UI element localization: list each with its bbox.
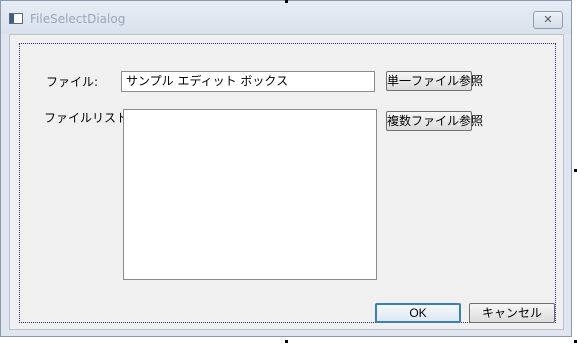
multi-file-browse-button[interactable]: 複数ファイル参照 [386, 111, 483, 131]
window-title: FileSelectDialog [30, 12, 126, 26]
title-bar[interactable]: FileSelectDialog ✕ [1, 1, 571, 34]
resize-handle-bottom[interactable] [285, 340, 288, 343]
file-path-input[interactable]: サンプル エディット ボックス [121, 71, 375, 92]
close-icon: ✕ [543, 13, 553, 26]
close-button[interactable]: ✕ [533, 11, 563, 29]
cancel-button[interactable]: キャンセル [469, 303, 555, 323]
file-label: ファイル: [46, 75, 99, 89]
file-list-label: ファイルリスト: [44, 111, 133, 125]
resize-handle-top[interactable] [285, 0, 288, 3]
dialog-window: FileSelectDialog ✕ ファイル: サンプル エディット ボックス… [0, 0, 572, 337]
single-file-browse-button[interactable]: 単一ファイル参照 [386, 71, 483, 91]
file-listbox[interactable] [123, 109, 377, 280]
ok-button[interactable]: OK [375, 303, 461, 323]
dialog-client-area: ファイル: サンプル エディット ボックス 単一ファイル参照 ファイルリスト: … [9, 34, 564, 330]
window-app-icon [9, 13, 23, 24]
